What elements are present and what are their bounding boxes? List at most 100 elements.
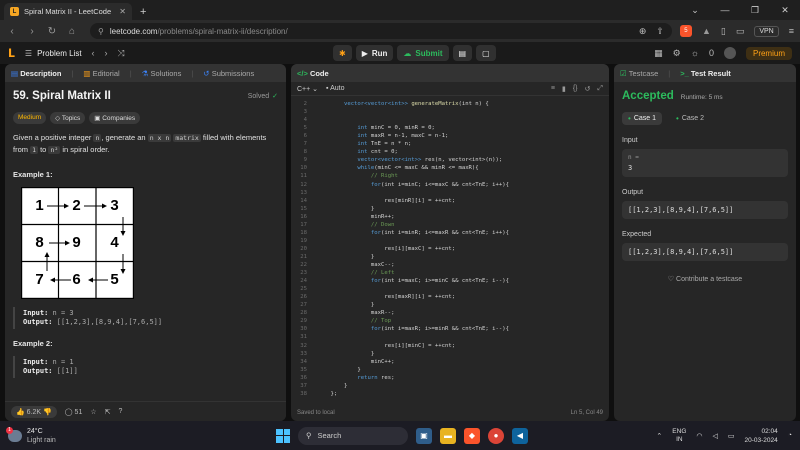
topics-tag[interactable]: ◇ Topics: [50, 112, 86, 124]
code-line[interactable]: 34 minC++;: [291, 358, 394, 366]
format-icon[interactable]: ≡: [551, 85, 555, 93]
code-line[interactable]: 24 for(int i=maxC; i>=minC && cnt<TnE; i…: [291, 277, 509, 285]
layout-icon[interactable]: ▦: [654, 48, 663, 59]
code-line[interactable]: 8 int cnt = 0;: [291, 148, 398, 156]
back-icon[interactable]: ‹: [6, 26, 18, 37]
browser-tab[interactable]: L Spiral Matrix II - LeetCode ✕: [4, 3, 132, 20]
tab-search-icon[interactable]: ⌄: [680, 0, 710, 20]
code-line[interactable]: 9 vector<vector<int>> res(n, vector<int>…: [291, 156, 503, 164]
share-icon[interactable]: ⇪: [656, 26, 664, 37]
avatar[interactable]: [723, 47, 736, 59]
weather-widget[interactable]: 24°C Light rain: [6, 426, 56, 445]
vscode-icon[interactable]: ◀: [512, 427, 528, 444]
auto-toggle[interactable]: ▪ Auto: [326, 85, 344, 92]
windows-start-icon[interactable]: [276, 428, 290, 443]
code-line[interactable]: 30 for(int i=maxR; i>=minR && cnt<TnE; i…: [291, 325, 509, 333]
code-line[interactable]: 17 // Down: [291, 221, 394, 229]
notes-button[interactable]: ▤: [452, 45, 473, 61]
brave-browser-icon[interactable]: ◆: [464, 427, 480, 444]
tab-submissions[interactable]: ↺ Submissions: [203, 69, 254, 78]
code-line[interactable]: 18 for(int i=minR; i<=maxR && cnt<TnE; i…: [291, 229, 509, 237]
reload-icon[interactable]: ↻: [46, 26, 58, 37]
tray-chevron-icon[interactable]: ⌃: [656, 432, 662, 440]
code-line[interactable]: 28 maxR--;: [291, 309, 394, 317]
code-line[interactable]: 37 }: [291, 382, 347, 390]
coins-count[interactable]: 0: [709, 48, 714, 58]
code-line[interactable]: 20 res[i][maxC] = ++cnt;: [291, 245, 455, 253]
code-line[interactable]: 32 res[i][minC] = ++cnt;: [291, 342, 455, 350]
share-icon[interactable]: ⇱: [105, 408, 111, 416]
submit-button[interactable]: ☁ Submit: [397, 45, 449, 61]
thumbs-down-icon[interactable]: 👎: [43, 409, 52, 416]
tab-solutions[interactable]: ⚗ Solutions: [142, 69, 182, 78]
tab-test-result[interactable]: >_ Test Result: [680, 69, 731, 78]
whiteboard-button[interactable]: ▢: [476, 45, 496, 61]
code-line[interactable]: 21 }: [291, 253, 374, 261]
tab-description[interactable]: ▤ Description: [11, 69, 61, 78]
companies-tag[interactable]: ▣ Companies: [89, 112, 141, 124]
sidebar-toggle-icon[interactable]: ▯: [721, 26, 726, 37]
code-line[interactable]: 4: [291, 116, 317, 124]
leetcode-logo-icon[interactable]: ᒪ: [8, 47, 15, 60]
volume-icon[interactable]: ◁: [713, 432, 718, 440]
tab-testcase[interactable]: ☑ Testcase: [620, 69, 658, 78]
close-window-icon[interactable]: ✕: [770, 0, 800, 20]
code-line[interactable]: 13: [291, 189, 317, 197]
code-line[interactable]: 2 vector<vector<int>> generateMatrix(int…: [291, 100, 489, 108]
problem-title[interactable]: 59. Spiral Matrix II: [13, 90, 111, 102]
streak-icon[interactable]: ☼: [691, 48, 699, 58]
code-line[interactable]: 10 while(minC <= maxC && minR <= maxR){: [291, 164, 478, 172]
taskbar-search[interactable]: ⚲ Search: [298, 426, 408, 445]
code-line[interactable]: 31: [291, 333, 317, 341]
favorite-icon[interactable]: ☆: [90, 408, 96, 416]
case-2-tab[interactable]: • Case 2: [670, 112, 710, 125]
maximize-icon[interactable]: ❐: [740, 0, 770, 20]
code-line[interactable]: 29 // Top: [291, 317, 391, 325]
forward-icon[interactable]: ›: [26, 26, 38, 37]
code-line[interactable]: 6 int maxR = n-1, maxC = n-1;: [291, 132, 449, 140]
chrome-icon[interactable]: ●: [488, 427, 504, 444]
clock[interactable]: 02:04 20-03-2024: [745, 427, 778, 445]
contribute-testcase-link[interactable]: ♡ Contribute a testcase: [622, 275, 788, 283]
brave-rewards-icon[interactable]: ▲: [702, 26, 711, 36]
code-line[interactable]: 12 for(int i=minC; i<=maxC && cnt<TnE; i…: [291, 181, 509, 189]
code-line[interactable]: 14 res[minR][i] = ++cnt;: [291, 197, 455, 205]
code-line[interactable]: 19: [291, 237, 317, 245]
notification-icon[interactable]: ◔: [788, 432, 792, 439]
minimize-icon[interactable]: —: [710, 0, 740, 20]
code-editor[interactable]: 2 vector<vector<int>> generateMatrix(int…: [291, 96, 609, 397]
code-line[interactable]: 26 res[maxR][i] = ++cnt;: [291, 293, 455, 301]
code-line[interactable]: 5 int minC = 0, minR = 0;: [291, 124, 435, 132]
tab-editorial[interactable]: ▥ Editorial: [83, 69, 119, 78]
problem-list-button[interactable]: ☰ Problem List: [25, 49, 82, 58]
file-explorer-icon[interactable]: ▬: [440, 427, 456, 444]
tab-code[interactable]: </> Code: [297, 69, 329, 78]
wifi-icon[interactable]: ◠: [696, 432, 702, 440]
settings-icon[interactable]: ⚙: [673, 48, 681, 59]
bookmark-icon[interactable]: ⌂: [66, 26, 78, 37]
code-line[interactable]: 23 // Left: [291, 269, 394, 277]
code-line[interactable]: 33 }: [291, 350, 374, 358]
difficulty-badge[interactable]: Medium: [13, 112, 47, 124]
comments-button[interactable]: ◯ 51: [65, 408, 83, 416]
bookmark-icon[interactable]: ▮: [562, 85, 566, 93]
code-line[interactable]: 35 }: [291, 366, 361, 374]
run-button[interactable]: ▶ Run: [355, 45, 394, 61]
prev-problem-icon[interactable]: ‹: [92, 48, 95, 59]
case-1-tab[interactable]: • Case 1: [622, 112, 662, 125]
language-select[interactable]: C++ ⌄: [297, 85, 318, 93]
language-indicator[interactable]: ENG IN: [672, 428, 686, 444]
site-info-icon[interactable]: ⚲: [98, 27, 104, 36]
tab-close-icon[interactable]: ✕: [119, 7, 126, 16]
battery-icon[interactable]: ▭: [728, 432, 735, 440]
help-icon[interactable]: ?: [119, 408, 123, 415]
code-line[interactable]: 36 return res;: [291, 374, 394, 382]
debug-button[interactable]: ✱: [333, 45, 352, 61]
next-problem-icon[interactable]: ›: [105, 48, 108, 59]
code-line[interactable]: 11 // Right: [291, 172, 398, 180]
task-view-icon[interactable]: ▣: [416, 427, 432, 444]
fullscreen-icon[interactable]: ⤢: [597, 85, 603, 93]
new-tab-button[interactable]: +: [132, 6, 154, 20]
premium-button[interactable]: Premium: [745, 46, 792, 60]
wallet-icon[interactable]: ▭: [736, 26, 745, 37]
